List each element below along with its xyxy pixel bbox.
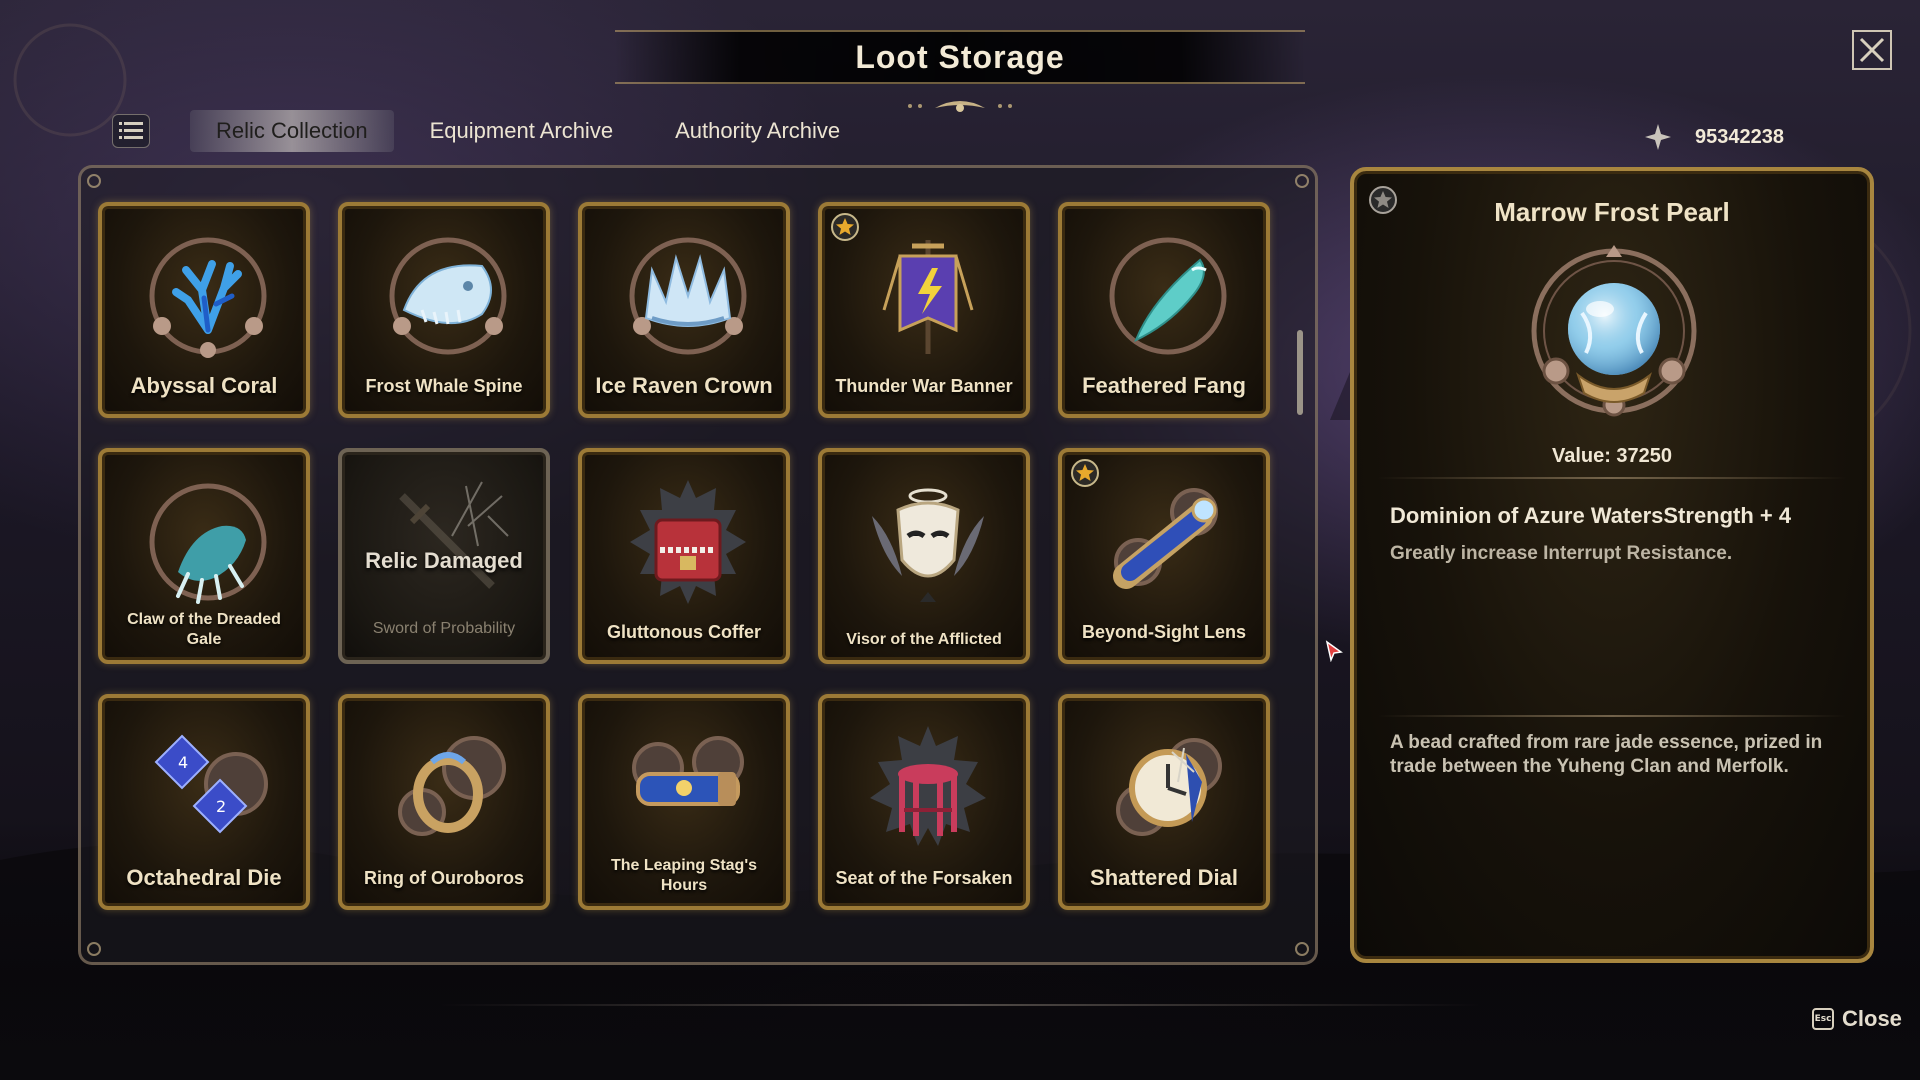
relic-card[interactable]: Thunder War Banner <box>818 202 1030 418</box>
dice-icon: 42 <box>154 734 268 834</box>
fang-icon <box>1109 237 1227 355</box>
close-window-button[interactable] <box>1852 30 1892 70</box>
corner-ornament <box>87 942 101 956</box>
ring-icon <box>398 736 506 836</box>
clock-icon <box>1116 738 1222 836</box>
relic-name: Visor of the Afflicted <box>846 631 1002 648</box>
tab-relic-collection[interactable]: Relic Collection <box>190 110 394 152</box>
relic-card[interactable]: Shattered Dial <box>1058 694 1270 910</box>
tab-label: Equipment Archive <box>429 118 614 143</box>
tab-bar: Relic Collection Equipment Archive Autho… <box>190 110 866 152</box>
relic-card[interactable]: Beyond-Sight Lens <box>1058 448 1270 664</box>
sparkle-icon <box>1645 124 1671 150</box>
relic-name: Ice Raven Crown <box>595 373 773 398</box>
relic-card[interactable]: The Leaping Stag's Hours <box>578 694 790 910</box>
svg-text:4: 4 <box>178 753 188 772</box>
relic-name: Beyond-Sight Lens <box>1081 622 1246 642</box>
relic-card[interactable]: Seat of the Forsaken <box>818 694 1030 910</box>
tab-equipment-archive[interactable]: Equipment Archive <box>404 110 639 152</box>
divider <box>1378 477 1846 479</box>
detail-stat-description: Greatly increase Interrupt Resistance. <box>1390 543 1733 564</box>
mask-icon <box>872 488 984 602</box>
banner-icon <box>882 240 974 354</box>
tab-label: Authority Archive <box>675 118 841 143</box>
relic-name: Octahedral Die <box>126 865 282 890</box>
relic-name: Frost Whale Spine <box>365 376 523 396</box>
bracelet-icon <box>632 736 744 806</box>
spyglass-icon <box>1113 488 1218 589</box>
relic-damaged-label: Relic Damaged <box>365 548 523 573</box>
relic-card[interactable]: Gluttonous Coffer <box>578 448 790 664</box>
favorite-star-icon <box>1070 458 1100 488</box>
coral-icon <box>149 237 267 358</box>
list-menu-button[interactable] <box>112 114 150 148</box>
relic-name: Gluttonous Coffer <box>607 622 761 642</box>
relic-name: Ring of Ouroboros <box>364 868 524 888</box>
crown-icon <box>629 237 747 355</box>
close-icon <box>1859 37 1885 63</box>
stool-icon <box>870 726 986 846</box>
detail-stat: Dominion of Azure WatersStrength + 4 <box>1390 503 1792 528</box>
tab-authority-archive[interactable]: Authority Archive <box>649 110 866 152</box>
relic-card[interactable]: Ring of Ouroboros <box>338 694 550 910</box>
detail-value: Value: 37250 <box>1551 445 1673 467</box>
relic-name: Seat of the Forsaken <box>835 868 1013 888</box>
esc-key-icon: Esc <box>1812 1008 1834 1030</box>
window-title: Loot Storage <box>855 38 1065 75</box>
favorite-star-icon <box>830 212 860 242</box>
svg-text:2: 2 <box>216 797 226 816</box>
claw-icon <box>149 483 267 604</box>
relic-card[interactable]: Feathered Fang <box>1058 202 1270 418</box>
close-label: Close <box>1842 1006 1902 1031</box>
relic-card[interactable]: Ice Raven Crown <box>578 202 790 418</box>
relic-card[interactable]: Claw of the Dreaded Gale <box>98 448 310 664</box>
close-button[interactable]: Esc Close <box>1812 1006 1902 1032</box>
sword-icon <box>399 481 509 589</box>
title-bar: Loot Storage <box>615 30 1305 84</box>
relic-name: The Leaping Stag's Hours <box>610 857 758 894</box>
relic-name: Sword of Probability <box>372 620 516 637</box>
chest-icon <box>630 480 746 604</box>
whale-skull-icon <box>389 237 507 355</box>
relic-name: Claw of the Dreaded Gale <box>127 611 281 648</box>
detail-lore: A bead crafted from rare jade essence, p… <box>1390 732 1823 777</box>
relic-card[interactable]: Abyssal Coral <box>98 202 310 418</box>
tab-label: Relic Collection <box>216 118 368 143</box>
relic-name: Thunder War Banner <box>835 376 1013 396</box>
corner-ornament <box>87 174 101 188</box>
relic-card[interactable]: Visor of the Afflicted <box>818 448 1030 664</box>
relic-detail-panel: Marrow Frost Pearl Value: 37250 Dominion… <box>1350 167 1874 963</box>
relic-name: Shattered Dial <box>1090 865 1238 890</box>
divider <box>1378 715 1846 717</box>
list-icon <box>119 122 143 139</box>
title-ornament <box>908 101 1012 112</box>
grid-scrollbar[interactable] <box>1297 330 1303 415</box>
corner-ornament <box>1295 942 1309 956</box>
relic-name: Feathered Fang <box>1082 373 1246 398</box>
mouse-cursor-icon <box>1325 640 1343 662</box>
relic-card[interactable]: 4 2 Octahedral Die <box>98 694 310 910</box>
pearl-icon <box>1531 245 1697 417</box>
bottom-divider <box>440 1004 1480 1006</box>
relic-name: Abyssal Coral <box>130 373 278 398</box>
currency-display: 95342238 <box>1645 124 1784 150</box>
currency-amount: 95342238 <box>1695 125 1784 148</box>
relic-card[interactable]: Relic Damaged Sword of Probability <box>338 448 550 664</box>
detail-title: Marrow Frost Pearl <box>1494 197 1730 227</box>
corner-ornament <box>1295 174 1309 188</box>
relic-card[interactable]: Frost Whale Spine <box>338 202 550 418</box>
